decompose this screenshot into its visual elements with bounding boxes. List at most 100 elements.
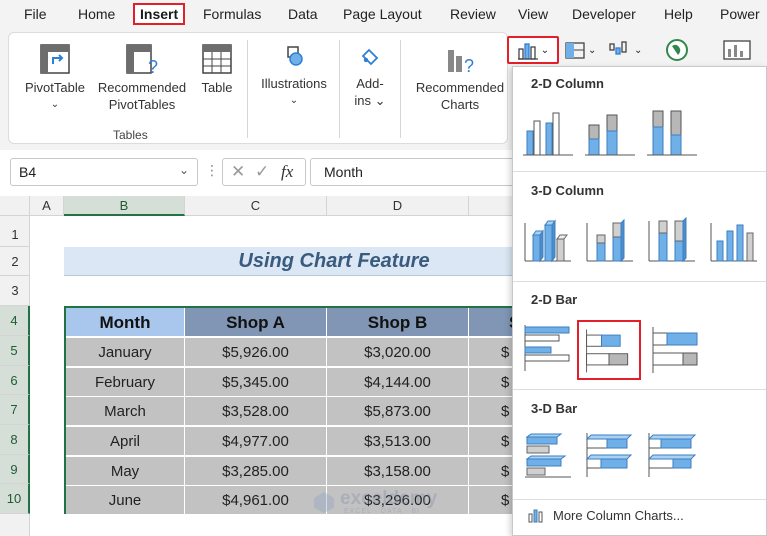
table-cell[interactable]: $5,926.00 xyxy=(185,338,327,367)
cancel-icon[interactable]: ✕ xyxy=(231,162,245,182)
tab-power[interactable]: Power xyxy=(720,6,760,22)
recommended-pivottables-label-2: PivotTables xyxy=(108,97,176,112)
table-button[interactable]: Table xyxy=(196,42,238,96)
add-ins-button[interactable]: Add- ins ⌄ xyxy=(346,42,394,109)
add-ins-label-1: Add- xyxy=(356,76,384,91)
table-cell[interactable]: April xyxy=(66,427,185,456)
3d-100-percent-stacked-column-option[interactable] xyxy=(643,211,701,267)
insert-waterfall-chart-button[interactable]: ⌄ xyxy=(608,36,642,64)
tab-formulas[interactable]: Formulas xyxy=(203,6,261,22)
tab-review[interactable]: Review xyxy=(450,6,496,22)
recommended-charts-button[interactable]: ? Recommended Charts xyxy=(408,42,512,113)
formula-input[interactable]: Month xyxy=(310,158,520,186)
insert-hierarchy-chart-button[interactable]: ⌄ xyxy=(564,36,596,64)
ribbon-separator xyxy=(247,40,248,138)
tab-home[interactable]: Home xyxy=(78,6,115,22)
tab-data[interactable]: Data xyxy=(288,6,318,22)
table-cell[interactable]: $3,513.00 xyxy=(327,427,469,456)
tab-file[interactable]: File xyxy=(24,6,47,22)
tab-insert[interactable]: Insert xyxy=(133,3,186,25)
row-header-7[interactable]: 7 xyxy=(0,395,30,425)
table-cell[interactable]: January xyxy=(66,338,185,367)
column-header-a[interactable]: A xyxy=(30,196,64,216)
pivot-table-button[interactable]: PivotTable ⌄ xyxy=(20,42,90,113)
table-cell[interactable]: March xyxy=(66,397,185,426)
enter-icon[interactable]: ✓ xyxy=(255,162,269,182)
3d-map-button[interactable] xyxy=(664,36,690,64)
table-cell[interactable]: $3,158.00 xyxy=(327,457,469,486)
100-percent-stacked-column-option[interactable] xyxy=(643,103,701,159)
watermark-logo-icon xyxy=(314,492,334,513)
recommended-pivottables-icon: ? xyxy=(126,44,158,76)
row-header-5[interactable]: 5 xyxy=(0,336,30,366)
tab-page-layout[interactable]: Page Layout xyxy=(343,6,422,22)
name-box[interactable]: B4 ⌄ xyxy=(10,158,198,186)
row-header-3[interactable]: 3 xyxy=(0,276,30,306)
column-header-c[interactable]: C xyxy=(185,196,327,216)
insert-function-icon[interactable]: fx xyxy=(281,162,293,182)
row-header-8[interactable]: 8 xyxy=(0,425,30,455)
more-column-charts-link[interactable]: More Column Charts... xyxy=(527,507,684,523)
row-header-10[interactable]: 10 xyxy=(0,484,30,514)
3d-clustered-bar-option[interactable] xyxy=(519,427,577,483)
table-cell[interactable]: June xyxy=(66,486,185,515)
row-header-4[interactable]: 4 xyxy=(0,306,30,336)
clustered-column-option[interactable] xyxy=(519,103,577,159)
section-3d-bar: 3-D Bar xyxy=(531,401,578,416)
tab-view[interactable]: View xyxy=(518,6,548,22)
waterfall-chart-icon xyxy=(609,41,627,55)
column-header-d[interactable]: D xyxy=(327,196,469,216)
3d-stacked-bar-option[interactable] xyxy=(581,427,639,483)
table-cell[interactable]: $4,961.00 xyxy=(185,486,327,515)
column-header-b[interactable]: B xyxy=(64,196,185,216)
row-header-9[interactable]: 9 xyxy=(0,455,30,484)
add-ins-icon xyxy=(361,48,379,66)
ribbon-separator xyxy=(339,40,340,138)
3d-column-option[interactable] xyxy=(705,211,763,267)
header-shop-a[interactable]: Shop A xyxy=(185,308,327,337)
row-header-6[interactable]: 6 xyxy=(0,366,30,395)
3d-stacked-column-option[interactable] xyxy=(581,211,639,267)
formula-value: Month xyxy=(324,164,363,180)
stacked-column-option[interactable] xyxy=(581,103,639,159)
select-all-corner[interactable] xyxy=(0,196,30,216)
column-chart-icon xyxy=(517,43,538,60)
header-month[interactable]: Month xyxy=(66,308,185,337)
recommended-charts-label-2: Charts xyxy=(440,97,480,112)
table-cell[interactable]: $5,345.00 xyxy=(185,368,327,397)
formula-buttons: ✕ ✓ fx xyxy=(222,158,306,186)
sparklines-button[interactable] xyxy=(722,36,752,64)
column-chart-icon xyxy=(528,509,543,523)
row-header-1[interactable]: 1 xyxy=(0,216,30,247)
tab-developer[interactable]: Developer xyxy=(572,6,636,22)
table-cell[interactable]: $4,977.00 xyxy=(185,427,327,456)
clustered-bar-option[interactable] xyxy=(519,319,577,375)
3d-clustered-column-option[interactable] xyxy=(519,211,577,267)
watermark-text: exceldemy xyxy=(340,488,438,509)
3d-100-percent-stacked-bar-option[interactable] xyxy=(643,427,701,483)
table-cell[interactable]: $5,873.00 xyxy=(327,397,469,426)
table-cell[interactable]: $3,528.00 xyxy=(185,397,327,426)
tab-help[interactable]: Help xyxy=(664,6,693,22)
svg-text:?: ? xyxy=(148,57,158,76)
table-cell[interactable]: $4,144.00 xyxy=(327,368,469,397)
table-cell[interactable]: May xyxy=(66,457,185,486)
name-box-value: B4 xyxy=(19,164,37,180)
table-cell[interactable]: $3,020.00 xyxy=(327,338,469,367)
chevron-down-icon: ⌄ xyxy=(540,44,550,56)
header-shop-b[interactable]: Shop B xyxy=(327,308,469,337)
100-percent-stacked-bar-option[interactable] xyxy=(647,321,705,377)
table-cell[interactable]: February xyxy=(66,368,185,397)
row-header-2[interactable]: 2 xyxy=(0,247,30,276)
row-headers: 1 2 3 4 5 6 7 8 9 10 xyxy=(0,216,30,536)
recommended-pivottables-button[interactable]: ? Recommended PivotTables xyxy=(94,42,190,113)
more-column-charts-label: More Column Charts... xyxy=(553,507,684,523)
insert-column-bar-chart-button[interactable]: ⌄ xyxy=(507,36,559,64)
table-cell[interactable]: $3,285.00 xyxy=(185,457,327,486)
column-bar-chart-dropdown: 2-D Column 3-D Column 2-D Bar 3-D Bar Mo… xyxy=(512,66,767,536)
stacked-bar-option[interactable] xyxy=(577,320,641,380)
watermark-subtext: EXCEL · DATA · BI xyxy=(344,508,420,515)
pivot-table-chevron: ⌄ xyxy=(50,99,60,110)
illustrations-button[interactable]: Illustrations ⌄ xyxy=(256,42,332,109)
add-ins-label-2-text: ins xyxy=(354,93,372,108)
